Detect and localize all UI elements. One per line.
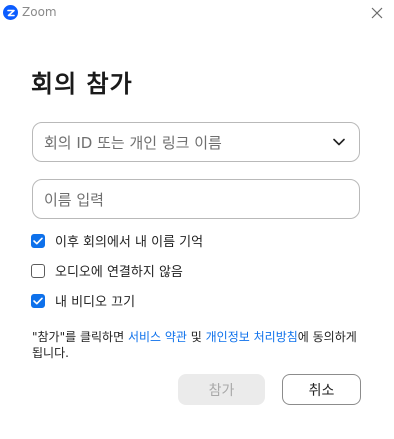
meeting-id-combobox[interactable]: 회의 ID 또는 개인 링크 이름 [32, 122, 360, 162]
chevron-down-icon [333, 138, 345, 146]
meeting-id-input[interactable]: 회의 ID 또는 개인 링크 이름 [44, 132, 325, 153]
close-icon [371, 7, 383, 19]
terms-of-service-link[interactable]: 서비스 약관 [128, 330, 187, 344]
checkmark-icon [33, 297, 43, 304]
checkmark-icon [33, 237, 43, 244]
join-meeting-window: Zoom 회의 참가 회의 ID 또는 개인 링크 이름 이름 입력 이후 회의… [0, 0, 394, 439]
remember-name-checkbox[interactable] [31, 233, 45, 248]
option-remember-name[interactable]: 이후 회의에서 내 이름 기억 [31, 231, 203, 250]
legal-notice: "참가"를 클릭하면 서비스 약관 및 개인정보 처리방침에 동의하게 됩니다. [32, 329, 362, 361]
no-audio-checkbox[interactable] [31, 263, 45, 278]
title-bar: Zoom [0, 0, 394, 28]
option-video-off[interactable]: 내 비디오 끄기 [31, 291, 135, 310]
zoom-logo-icon [3, 5, 18, 20]
meeting-history-dropdown-button[interactable] [325, 128, 353, 156]
legal-and: 및 [186, 330, 206, 344]
legal-prefix: "참가"를 클릭하면 [32, 330, 128, 344]
window-title: Zoom [22, 5, 57, 19]
name-field[interactable]: 이름 입력 [32, 179, 360, 219]
option-no-audio[interactable]: 오디오에 연결하지 않음 [31, 261, 183, 280]
close-button[interactable] [368, 4, 386, 22]
privacy-policy-link[interactable]: 개인정보 처리방침 [206, 330, 298, 344]
video-off-checkbox[interactable] [31, 293, 45, 308]
no-audio-label[interactable]: 오디오에 연결하지 않음 [55, 261, 183, 280]
join-button[interactable]: 참가 [178, 374, 265, 405]
video-off-label[interactable]: 내 비디오 끄기 [55, 291, 135, 310]
name-input[interactable]: 이름 입력 [44, 189, 359, 210]
remember-name-label[interactable]: 이후 회의에서 내 이름 기억 [55, 231, 203, 250]
cancel-button[interactable]: 취소 [282, 374, 361, 405]
page-title: 회의 참가 [31, 70, 133, 98]
